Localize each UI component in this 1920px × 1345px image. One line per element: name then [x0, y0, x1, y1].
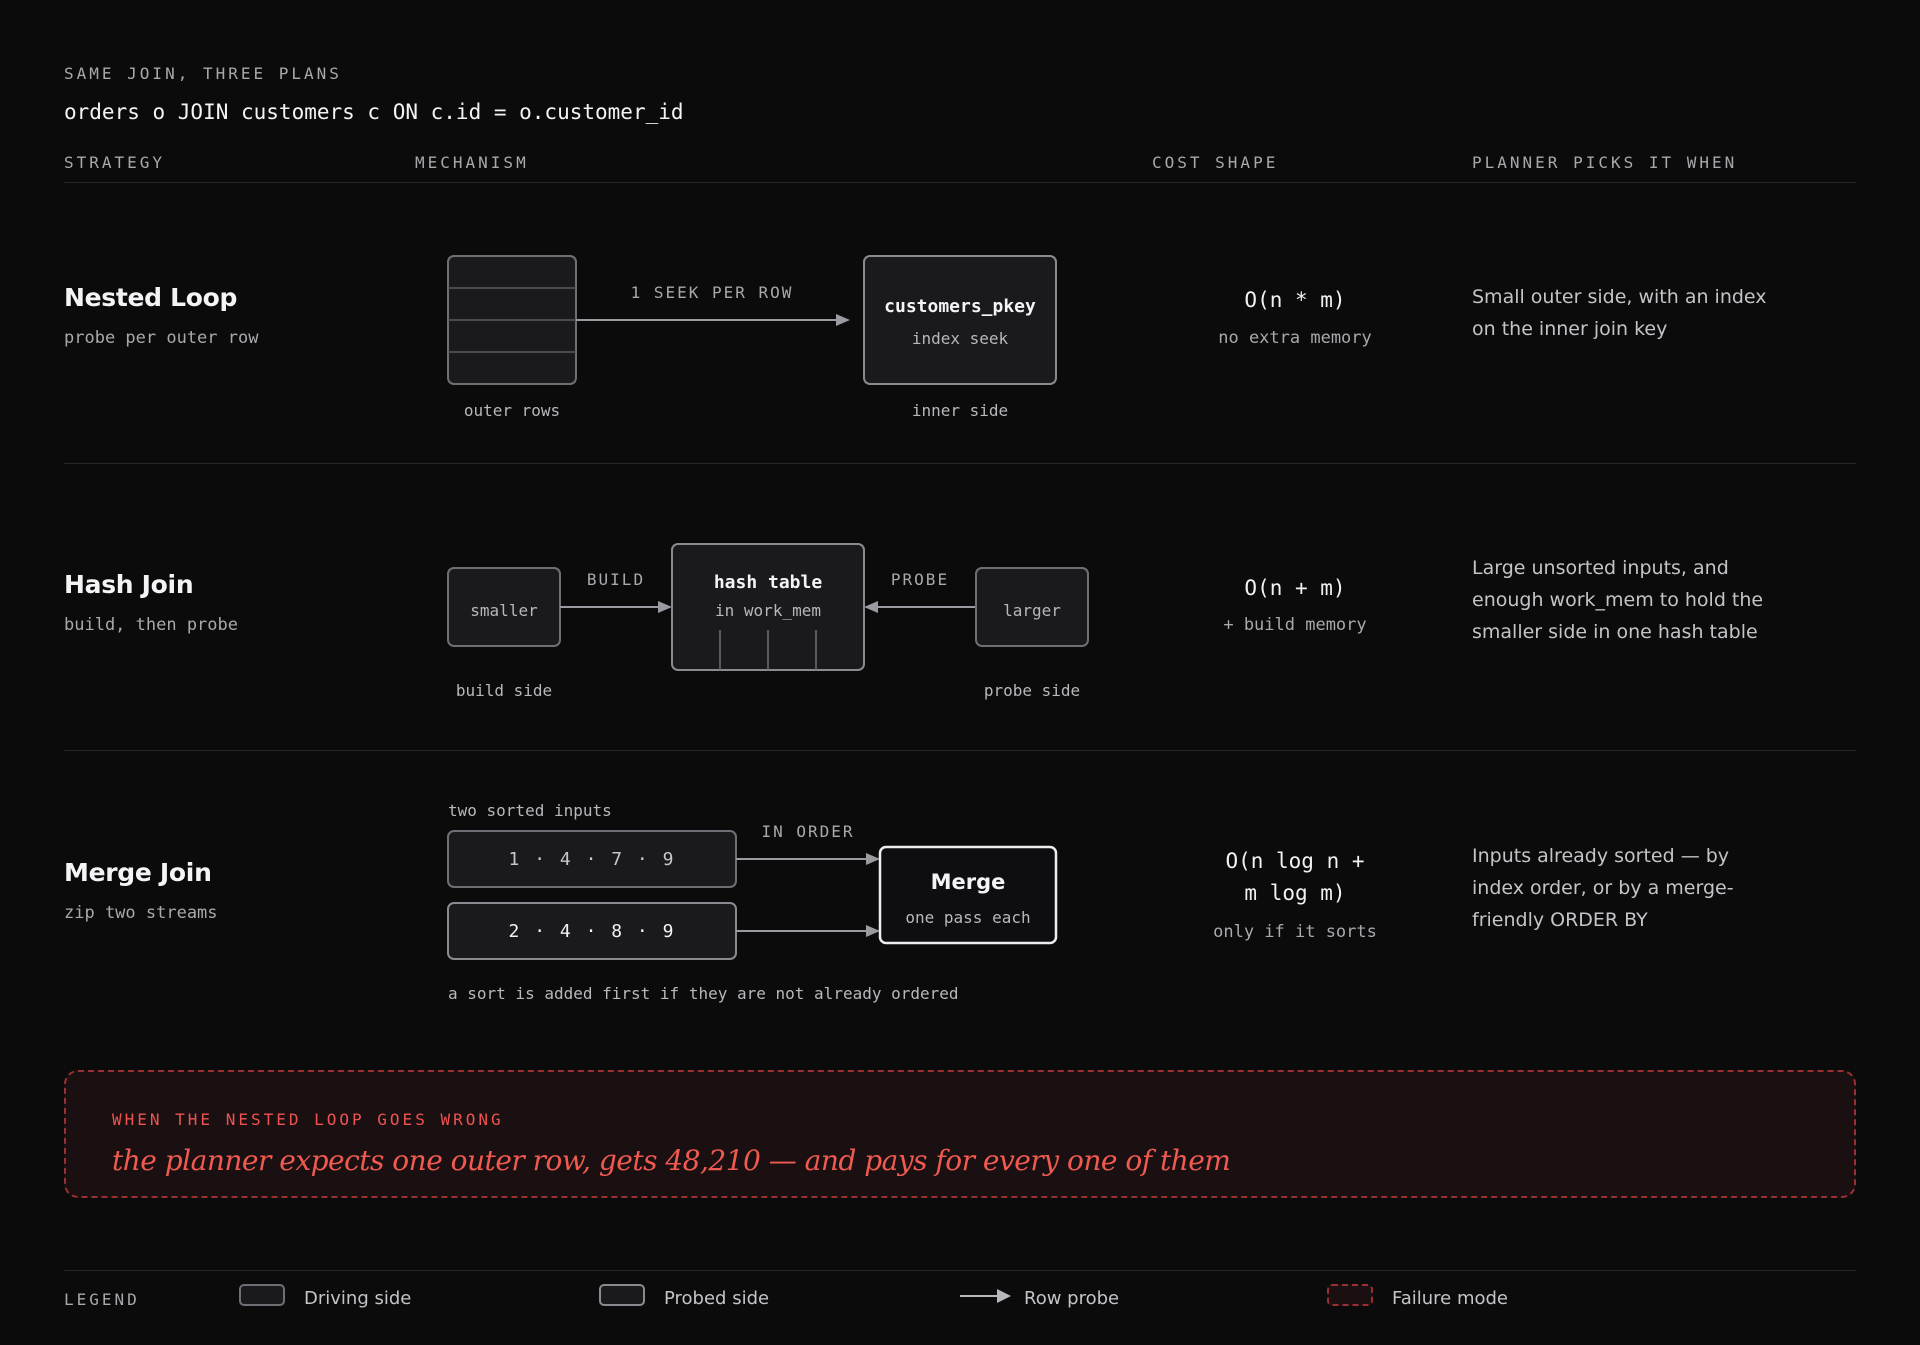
legend-divider — [64, 1270, 1856, 1271]
nested-picks-line: Small outer side, with an index — [1472, 286, 1767, 308]
nested-picks-line: on the inner join key — [1472, 318, 1668, 340]
row-subtitle: probe per outer row — [64, 328, 259, 348]
row-subtitle: build, then probe — [64, 615, 238, 635]
hash-picks-line: enough work_mem to hold the — [1472, 589, 1764, 611]
merge-cost-line: O(n log n + — [1225, 849, 1365, 873]
header-divider — [64, 182, 1856, 183]
merge-box-detail: one pass each — [905, 908, 1030, 927]
merge-picks-line: friendly ORDER BY — [1472, 909, 1648, 931]
merge-cost-line: m log m) — [1244, 881, 1346, 905]
legend-label: Driving side — [304, 1288, 412, 1309]
inner-index-detail: index seek — [912, 329, 1009, 348]
outer-rows-caption: outer rows — [464, 401, 560, 420]
legend-title: LEGEND — [64, 1290, 140, 1309]
sorted-stream-b-values: 2 · 4 · 8 · 9 — [509, 921, 676, 942]
column-header-strategy: STRATEGY — [64, 153, 166, 172]
query-text: orders o JOIN customers c ON c.id = o.cu… — [64, 100, 684, 124]
column-header-picks: PLANNER PICKS IT WHEN — [1472, 153, 1738, 172]
row-divider — [64, 750, 1856, 751]
row-divider — [64, 463, 1856, 464]
column-header-cost: COST SHAPE — [1152, 153, 1279, 172]
dashed-red-swatch — [1327, 1284, 1373, 1306]
column-header-mechanism: MECHANISM — [415, 153, 529, 172]
row-subtitle: zip two streams — [64, 903, 218, 923]
inner-index-name: customers_pkey — [884, 296, 1036, 317]
merge-join-diagram: two sorted inputs 1 · 4 · 7 · 9 2 · 4 · … — [447, 801, 1058, 1003]
merge-box-name: Merge — [931, 870, 1006, 894]
nested-loop-diagram: outer rows 1 SEEK PER ROW customers_pkey… — [447, 255, 1057, 420]
hash-picks-line: Large unsorted inputs, and — [1472, 557, 1729, 579]
arrow-right-icon — [960, 1289, 1011, 1303]
smaller-input-label: smaller — [470, 601, 538, 620]
inner-index-box — [863, 255, 1057, 385]
seek-arrow-label: 1 SEEK PER ROW — [631, 283, 794, 302]
merge-box — [878, 845, 1058, 945]
merge-picks-line: Inputs already sorted — by — [1472, 845, 1730, 867]
failure-title: WHEN THE NESTED LOOP GOES WRONG — [112, 1110, 504, 1129]
outer-rows-stack — [447, 255, 577, 385]
row-title: Nested Loop — [64, 283, 238, 312]
hash-table-detail: in work_mem — [715, 601, 821, 620]
probe-arrow-label: PROBE — [891, 570, 949, 589]
build-side-caption: build side — [456, 681, 552, 700]
hash-cost: O(n + m) — [1244, 576, 1346, 600]
build-arrow-label: BUILD — [587, 570, 645, 589]
failure-callout: WHEN THE NESTED LOOP GOES WRONG the plan… — [64, 1070, 1856, 1198]
merge-cost-note: only if it sorts — [1213, 922, 1377, 942]
hash-picks-line: smaller side in one hash table — [1472, 621, 1758, 643]
driving-side-swatch — [239, 1284, 285, 1306]
nested-cost: O(n * m) — [1244, 288, 1346, 312]
sorted-inputs-caption: two sorted inputs — [448, 801, 612, 820]
row-title: Hash Join — [64, 570, 194, 599]
legend-label: Failure mode — [1392, 1288, 1508, 1309]
in-order-label: IN ORDER — [761, 822, 854, 841]
sorted-stream-a-values: 1 · 4 · 7 · 9 — [509, 849, 676, 870]
legend-label: Row probe — [1024, 1288, 1120, 1309]
inner-side-caption: inner side — [912, 401, 1008, 420]
sort-note: a sort is added first if they are not al… — [448, 984, 959, 1003]
hash-join-diagram: smaller build side BUILD hash table in w… — [447, 543, 1089, 700]
merge-picks-line: index order, or by a merge- — [1472, 877, 1734, 899]
merge-picks: Inputs already sorted — by index order, … — [1472, 840, 1812, 936]
hash-table-name: hash table — [714, 572, 823, 593]
hash-picks: Large unsorted inputs, and enough work_m… — [1472, 552, 1812, 648]
legend-label: Probed side — [664, 1288, 770, 1309]
row-title: Merge Join — [64, 858, 212, 887]
header-eyebrow: SAME JOIN, THREE PLANS — [64, 64, 342, 83]
merge-cost: O(n log n + m log m) — [1190, 845, 1400, 909]
probed-side-swatch — [599, 1284, 645, 1306]
probe-side-caption: probe side — [984, 681, 1080, 700]
larger-input-label: larger — [1003, 601, 1061, 620]
failure-text: the planner expects one outer row, gets … — [112, 1144, 1231, 1177]
nested-picks: Small outer side, with an index on the i… — [1472, 281, 1812, 345]
nested-cost-note: no extra memory — [1218, 328, 1372, 348]
hash-cost-note: + build memory — [1223, 615, 1367, 635]
